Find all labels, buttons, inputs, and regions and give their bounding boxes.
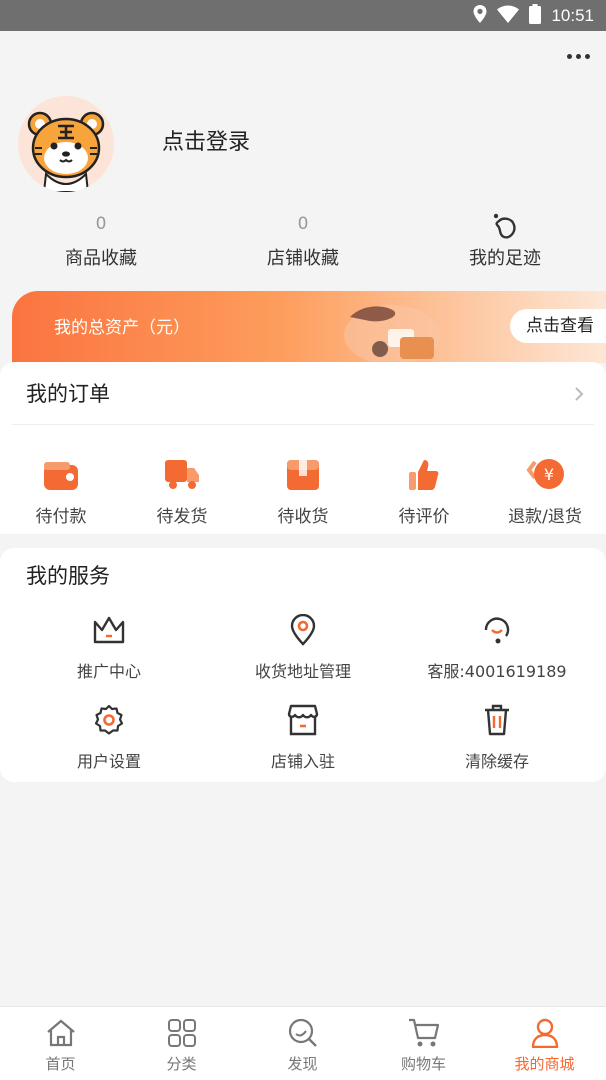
location-icon bbox=[473, 4, 487, 27]
view-assets-button[interactable]: 点击查看 bbox=[510, 309, 606, 343]
cart-icon bbox=[363, 1017, 484, 1049]
status-icons: 10:51 bbox=[473, 0, 594, 31]
orders-card: 我的订单 待付款 待发货 待收货 待评价 ¥ 退款/退货 bbox=[0, 362, 606, 534]
location-pin-icon bbox=[203, 612, 403, 648]
divider bbox=[12, 424, 594, 425]
stat-favorite-goods[interactable]: 0 商品收藏 bbox=[26, 212, 176, 270]
crown-icon bbox=[9, 612, 209, 648]
chevron-right-icon[interactable] bbox=[574, 386, 584, 402]
order-refund[interactable]: ¥ 退款/退货 bbox=[485, 454, 605, 527]
asset-label: 我的总资产（元） bbox=[54, 318, 190, 338]
footprint-icon bbox=[430, 212, 580, 239]
grid-icon bbox=[121, 1017, 242, 1049]
user-icon bbox=[484, 1017, 605, 1049]
wifi-icon bbox=[497, 5, 520, 27]
tab-label: 我的商城 bbox=[514, 1055, 575, 1073]
tab-discover[interactable]: 发现 bbox=[242, 1017, 363, 1074]
services-title: 我的服务 bbox=[26, 564, 110, 588]
service-customer-support[interactable]: 客服:4001619189 bbox=[397, 612, 597, 682]
stat-favorite-goods-label: 商品收藏 bbox=[65, 248, 137, 269]
status-bar: 10:51 bbox=[0, 0, 606, 31]
services-card: 我的服务 推广中心 收货地址管理 客服:4001619189 用户设置 店铺入驻 bbox=[0, 548, 606, 782]
service-store-entry[interactable]: 店铺入驻 bbox=[203, 702, 403, 772]
order-label: 待发货 bbox=[156, 507, 208, 527]
tab-label: 首页 bbox=[45, 1055, 76, 1073]
stat-favorite-stores[interactable]: 0 店铺收藏 bbox=[228, 212, 378, 270]
tab-category[interactable]: 分类 bbox=[121, 1017, 242, 1074]
refund-icon: ¥ bbox=[485, 454, 605, 490]
order-pending-review[interactable]: 待评价 bbox=[364, 454, 484, 527]
discover-icon bbox=[242, 1017, 363, 1049]
stat-favorite-stores-label: 店铺收藏 bbox=[267, 248, 339, 269]
home-icon bbox=[0, 1017, 121, 1049]
service-address-management[interactable]: 收货地址管理 bbox=[203, 612, 403, 682]
settings-icon bbox=[9, 702, 209, 738]
order-pending-payment[interactable]: 待付款 bbox=[1, 454, 121, 527]
thumbs-up-icon bbox=[364, 454, 484, 490]
service-label: 用户设置 bbox=[76, 752, 141, 771]
order-pending-receipt[interactable]: 待收货 bbox=[243, 454, 363, 527]
box-icon bbox=[243, 454, 363, 490]
service-label: 推广中心 bbox=[76, 662, 141, 681]
order-label: 退款/退货 bbox=[508, 507, 582, 527]
battery-icon bbox=[529, 3, 542, 28]
tiger-avatar bbox=[18, 96, 114, 192]
status-time: 10:51 bbox=[551, 5, 594, 25]
order-pending-shipment[interactable]: 待发货 bbox=[122, 454, 242, 527]
service-clear-cache[interactable]: 清除缓存 bbox=[397, 702, 597, 772]
tab-label: 发现 bbox=[287, 1055, 318, 1073]
service-label: 店铺入驻 bbox=[270, 752, 335, 771]
svg-text:¥: ¥ bbox=[544, 465, 554, 484]
stat-footprints[interactable]: 我的足迹 bbox=[430, 212, 580, 270]
headset-icon bbox=[397, 612, 597, 648]
tab-cart[interactable]: 购物车 bbox=[363, 1017, 484, 1074]
wallet-icon bbox=[1, 454, 121, 490]
banner-illustration bbox=[344, 305, 440, 363]
tab-my-mall[interactable]: 我的商城 bbox=[484, 1017, 605, 1074]
order-label: 待收货 bbox=[277, 507, 329, 527]
truck-icon bbox=[122, 454, 242, 490]
service-promotion-center[interactable]: 推广中心 bbox=[9, 612, 209, 682]
order-label: 待付款 bbox=[35, 507, 87, 527]
service-label: 清除缓存 bbox=[464, 752, 529, 771]
stats-row: 0 商品收藏 0 店铺收藏 我的足迹 bbox=[0, 212, 606, 276]
orders-title[interactable]: 我的订单 bbox=[26, 378, 110, 408]
stat-favorite-goods-count: 0 bbox=[95, 214, 107, 234]
trash-icon bbox=[397, 702, 597, 738]
order-label: 待评价 bbox=[398, 507, 450, 527]
stat-footprints-label: 我的足迹 bbox=[469, 248, 541, 269]
tab-home[interactable]: 首页 bbox=[0, 1017, 121, 1074]
service-label: 客服:4001619189 bbox=[427, 662, 567, 681]
more-icon[interactable] bbox=[562, 44, 594, 68]
bottom-tab-bar: 首页 分类 发现 购物车 我的商城 bbox=[0, 1006, 606, 1080]
asset-banner[interactable]: 我的总资产（元） 点击查看 bbox=[12, 291, 606, 363]
store-icon bbox=[203, 702, 403, 738]
service-label: 收货地址管理 bbox=[254, 662, 351, 681]
avatar[interactable] bbox=[18, 96, 114, 192]
login-link[interactable]: 点击登录 bbox=[162, 124, 250, 156]
stat-favorite-stores-count: 0 bbox=[297, 214, 309, 234]
tab-label: 购物车 bbox=[400, 1055, 446, 1073]
service-user-settings[interactable]: 用户设置 bbox=[9, 702, 209, 772]
tab-label: 分类 bbox=[166, 1055, 197, 1073]
